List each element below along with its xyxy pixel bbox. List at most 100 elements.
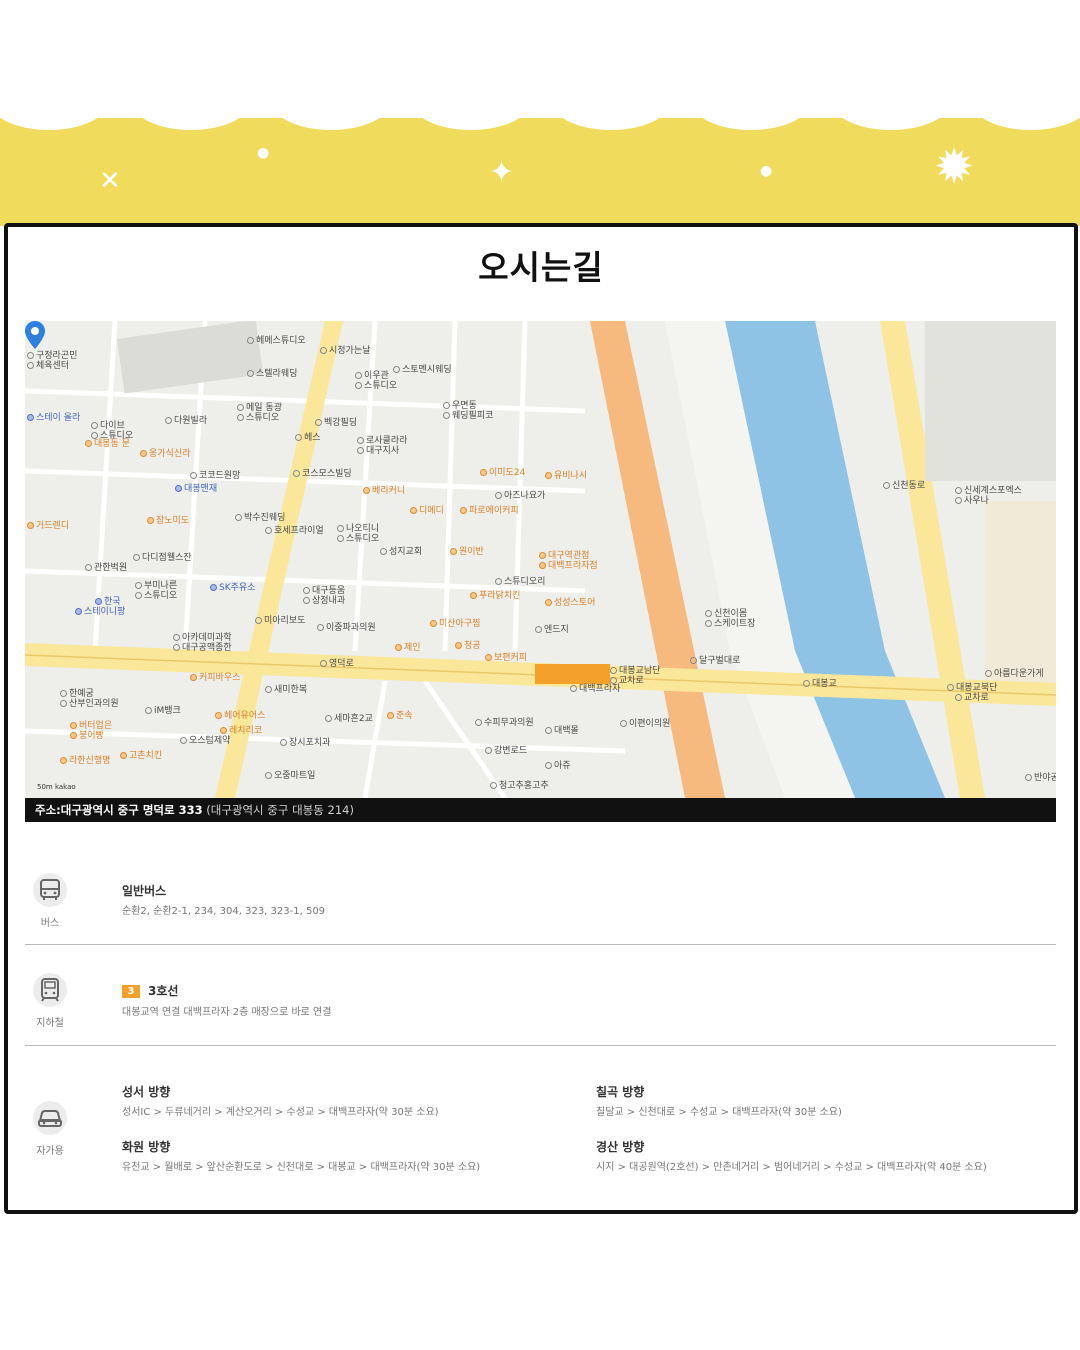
map-place-label[interactable]: 우면동	[443, 401, 477, 411]
map-place-label[interactable]: 헤스	[295, 433, 321, 443]
map-place-label[interactable]: 스토멘시웨딩	[393, 365, 452, 375]
map-place-label[interactable]: 대봉동 문	[85, 439, 130, 449]
map-place-label[interactable]: 옹가식신라	[140, 449, 190, 459]
map-place-label[interactable]: 대구공맥종한	[173, 643, 232, 653]
map-place-label[interactable]: 웨딩필피코	[443, 411, 493, 421]
map-place-label[interactable]: 대구역관점	[539, 551, 589, 561]
map-place-label[interactable]: 원이반	[450, 547, 484, 557]
map-place-label[interactable]: 오스텀제약	[180, 736, 230, 746]
map-place-label[interactable]: 산부인과의원	[60, 699, 119, 709]
map-place-label[interactable]: 시정가는날	[320, 346, 370, 356]
location-pin-icon[interactable]	[25, 321, 45, 349]
map-place-label[interactable]: 라한신행명	[60, 756, 110, 766]
map-place-label[interactable]: 스튜디오리	[495, 577, 545, 587]
map-place-label[interactable]: 대구등움	[303, 586, 345, 596]
map-place-label[interactable]: 이중파과의원	[317, 623, 376, 633]
map-place-label[interactable]: 헤메스튜디오	[247, 336, 306, 346]
map-place-label[interactable]: 스테이 올라	[27, 413, 80, 423]
map-place-label[interactable]: 사우나	[955, 496, 989, 506]
map-place-label[interactable]: 새미한복	[265, 685, 307, 695]
map-place-label[interactable]: 스튜디오	[355, 381, 397, 391]
map-place-label[interactable]: 헤어유어스	[215, 711, 265, 721]
map-place-label[interactable]: 관한벅원	[85, 563, 127, 573]
map-place-label[interactable]: 수피무과의원	[475, 718, 534, 728]
map-place-label[interactable]: 달구벌대로	[690, 656, 740, 666]
location-map[interactable]: 구정라곤민 체육센터 스테이 올라 다이브 스튜디오 다원빌라 대봉동 문 옹가식신라 코코드원…	[25, 321, 1056, 798]
map-place-label[interactable]: 박수진웨딩	[235, 513, 285, 523]
map-place-label[interactable]: 성성스토어	[545, 598, 595, 608]
map-place-label[interactable]: 오중마트일	[265, 771, 315, 781]
map-place-label[interactable]: 스튜디오	[237, 413, 279, 423]
map-place-label[interactable]: 푸라닭치킨	[470, 591, 520, 601]
map-place-label[interactable]: 코스모스빌딩	[293, 469, 352, 479]
map-place-label[interactable]: 체육센터	[27, 361, 69, 371]
map-place-label[interactable]: 아쥬	[545, 761, 571, 771]
map-place-label[interactable]: 스테이니팡	[75, 607, 125, 617]
map-place-label[interactable]: 성지교회	[380, 547, 422, 557]
map-place-label[interactable]: 한예궁	[60, 689, 94, 699]
map-place-label[interactable]: 신천이몸	[705, 609, 747, 619]
map-place-label[interactable]: 레치리코	[220, 726, 262, 736]
map-place-label[interactable]: 대봉교	[803, 679, 837, 689]
map-place-label[interactable]: 아름다운가게	[985, 669, 1044, 679]
map-place-label[interactable]: 세마흔2교	[325, 714, 373, 724]
map-place-label[interactable]: 대백프라자점	[539, 561, 598, 571]
map-place-label[interactable]: 고촌치킨	[120, 751, 162, 761]
map-place-label[interactable]: 잠노미도	[147, 516, 189, 526]
map-place-label[interactable]: 스튜디오	[337, 534, 379, 544]
map-place-label[interactable]: 코코드원망	[190, 471, 240, 481]
map-place-label[interactable]: 대봉교북단	[947, 683, 997, 693]
map-place-label[interactable]: 이편이의원	[620, 719, 670, 729]
map-place-label[interactable]: 붕어빵	[70, 731, 104, 741]
map-place-label[interactable]: iM뱅크	[145, 706, 181, 716]
map-place-label[interactable]: 아카데미과학	[173, 633, 232, 643]
map-place-label[interactable]: 부미나른	[135, 581, 177, 591]
map-place-label[interactable]: 유비나시	[545, 471, 587, 481]
map-place-label[interactable]: 스케이트장	[705, 619, 755, 629]
map-place-label[interactable]: 벡강필딩	[315, 418, 357, 428]
map-place-label[interactable]: 이우관	[355, 371, 389, 381]
map-place-label[interactable]: SK주유소	[210, 583, 255, 593]
map-place-label[interactable]: 장시포치과	[280, 738, 330, 748]
map-place-label[interactable]: 반야공	[1025, 773, 1056, 783]
map-place-label[interactable]: 엔드지	[535, 625, 569, 635]
map-place-label[interactable]: 메일 동광	[237, 403, 282, 413]
map-place-label[interactable]: 미산아구찜	[430, 619, 480, 629]
map-place-label[interactable]: 강변로드	[485, 746, 527, 756]
map-place-label[interactable]: 스텔라웨딩	[247, 369, 297, 379]
map-place-label[interactable]: 버터업은	[70, 721, 112, 731]
map-place-label[interactable]: 대구지사	[357, 446, 399, 456]
map-place-label[interactable]: 다원빌라	[165, 416, 207, 426]
map-place-label[interactable]: 스튜디오	[135, 591, 177, 601]
map-place-label[interactable]: 상정내과	[303, 596, 345, 606]
map-place-label[interactable]: 제인	[395, 643, 421, 653]
map-place-label[interactable]: 청공	[455, 641, 481, 651]
map-place-label[interactable]: 한국	[95, 597, 121, 607]
map-place-label[interactable]: 청고추홍고추	[490, 781, 549, 791]
map-place-label[interactable]: 신세계스포엑스	[955, 486, 1022, 496]
map-place-label[interactable]: 나오티니	[337, 524, 379, 534]
map-place-label[interactable]: 준속	[387, 711, 413, 721]
map-place-label[interactable]: 호세프라이얼	[265, 526, 324, 536]
map-place-label[interactable]: 영덕로	[320, 659, 354, 669]
map-place-label[interactable]: 거드렌디	[27, 521, 69, 531]
map-place-label[interactable]: 이미도24	[480, 468, 525, 478]
map-place-label[interactable]: 대백몰	[545, 726, 579, 736]
map-place-label[interactable]: 미아리보도	[255, 616, 305, 626]
map-place-label[interactable]: 파로에이커피	[460, 506, 519, 516]
map-place-label[interactable]: 교차로	[955, 693, 989, 703]
map-place-label[interactable]: 커피바우스	[190, 673, 240, 683]
map-place-label[interactable]: 대봉교남단	[610, 666, 660, 676]
map-place-label[interactable]: 신천동로	[883, 481, 925, 491]
map-place-label[interactable]: 대봉맨재	[175, 484, 217, 494]
map-place-label[interactable]: 다이브	[91, 421, 125, 431]
map-place-label[interactable]: 다디점웰스잔	[133, 553, 192, 563]
map-place-label[interactable]: 디에디	[410, 506, 444, 516]
map-place-label[interactable]: 로사클라라	[357, 436, 407, 446]
map-place-label[interactable]: 대백프라자	[570, 684, 620, 694]
map-place-label[interactable]: 보편커피	[485, 653, 527, 663]
map-place-label[interactable]: 아즈나요가	[495, 491, 545, 501]
map-place-label[interactable]: 베리커니	[363, 486, 405, 496]
dot-icon: ●	[257, 145, 270, 161]
map-place-label[interactable]: 구정라곤민	[27, 351, 77, 361]
